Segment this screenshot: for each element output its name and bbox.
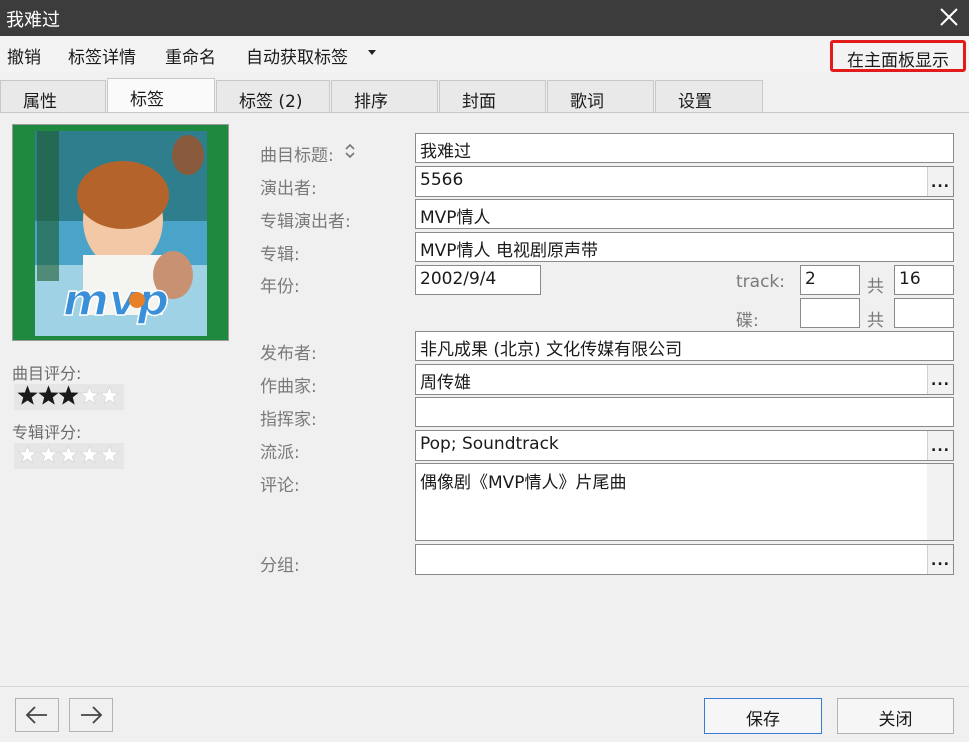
tab-tags[interactable]: 标签: [107, 78, 215, 114]
svg-text:mvp: mvp: [63, 275, 169, 326]
menu-bar: 撤销 标签详情 重命名 自动获取标签 在主面板显示: [0, 36, 969, 72]
track-title-field[interactable]: 我难过: [415, 133, 954, 163]
artist-value: 5566: [420, 170, 464, 190]
track-rating-label: 曲目评分:: [12, 364, 82, 383]
tab-lyrics[interactable]: 歌词: [547, 80, 654, 113]
publisher-label: 发布者:: [260, 344, 317, 364]
album-rating-star-icon-1[interactable]: [17, 444, 38, 465]
close-button[interactable]: 关闭: [837, 698, 954, 734]
comment-label: 评论:: [260, 476, 300, 496]
title-bar: 我难过: [0, 0, 969, 36]
save-button[interactable]: 保存: [704, 698, 822, 734]
composer-label: 作曲家:: [260, 377, 317, 397]
track-rating-star-icon-2[interactable]: [37, 385, 59, 406]
comment-field[interactable]: 偶像剧《MVP情人》片尾曲: [415, 463, 954, 541]
comment-value: 偶像剧《MVP情人》片尾曲: [420, 473, 627, 493]
album-label: 专辑:: [260, 245, 300, 265]
next-button[interactable]: [69, 698, 113, 732]
previous-button[interactable]: [15, 698, 59, 732]
track-number-field[interactable]: 2: [800, 265, 860, 295]
artist-browse-button[interactable]: ...: [927, 167, 953, 196]
album-rating-star-icon-2[interactable]: [37, 444, 59, 465]
track-rating-star-icon-1[interactable]: [17, 385, 38, 406]
composer-field[interactable]: 周传雄 ...: [415, 364, 954, 395]
track-rating-star-icon-3[interactable]: [58, 385, 79, 406]
tab-tags-2[interactable]: 标签 (2): [216, 80, 330, 113]
album-rating-label: 专辑评分:: [12, 423, 82, 442]
track-rating-stars[interactable]: [14, 384, 124, 410]
artist-label: 演出者:: [260, 179, 317, 199]
album-cover-art: mvp: [13, 125, 228, 340]
disc-number-field[interactable]: [800, 298, 860, 328]
window-title: 我难过: [6, 10, 60, 31]
grouping-browse-button[interactable]: ...: [927, 545, 953, 574]
track-rating-star-icon-5[interactable]: [99, 385, 120, 406]
conductor-field[interactable]: [415, 397, 954, 427]
comment-scrollbar[interactable]: [927, 464, 953, 540]
track-rating-star-icon-4[interactable]: [78, 385, 100, 406]
arrow-right-icon: [81, 706, 103, 724]
album-rating-star-icon-4[interactable]: [78, 444, 100, 465]
disc-total-label: 共: [867, 311, 884, 331]
composer-value: 周传雄: [420, 373, 471, 393]
tab-settings[interactable]: 设置: [655, 80, 763, 113]
year-label: 年份:: [260, 277, 300, 297]
tab-cover[interactable]: 封面: [439, 80, 546, 113]
track-total-field[interactable]: 16: [894, 265, 954, 295]
album-field[interactable]: MVP情人 电视剧原声带: [415, 232, 954, 262]
chevron-down-icon[interactable]: [368, 50, 376, 55]
rename-menu[interactable]: 重命名: [165, 43, 216, 68]
grouping-field[interactable]: ...: [415, 544, 954, 575]
album-rating-star-icon-5[interactable]: [99, 444, 120, 465]
auto-fetch-tags-menu[interactable]: 自动获取标签: [246, 43, 348, 68]
publisher-field[interactable]: 非凡成果 (北京) 文化传媒有限公司: [415, 331, 954, 361]
tag-details-menu[interactable]: 标签详情: [68, 43, 136, 68]
arrow-left-icon: [25, 706, 47, 724]
disc-number-label: 碟:: [736, 311, 759, 331]
album-cover[interactable]: mvp: [12, 124, 229, 341]
composer-browse-button[interactable]: ...: [927, 365, 953, 394]
tab-properties[interactable]: 属性: [0, 80, 106, 113]
sort-toggle-icon[interactable]: [345, 144, 355, 158]
track-title-label: 曲目标题:: [260, 146, 334, 166]
album-rating-star-icon-3[interactable]: [58, 444, 79, 465]
show-in-main-panel-button[interactable]: 在主面板显示: [830, 40, 966, 72]
conductor-label: 指挥家:: [260, 410, 317, 430]
genre-field[interactable]: Pop; Soundtrack ...: [415, 430, 954, 461]
bottom-bar: [0, 686, 969, 742]
tab-bar: 属性 标签 标签 (2) 排序 封面 歌词 设置: [0, 78, 969, 114]
tab-sort[interactable]: 排序: [331, 80, 438, 113]
grouping-label: 分组:: [260, 556, 300, 576]
artist-field[interactable]: 5566 ...: [415, 166, 954, 197]
album-rating-stars[interactable]: [14, 443, 124, 469]
album-artist-field[interactable]: MVP情人: [415, 199, 954, 229]
track-number-label: track:: [736, 272, 785, 292]
track-total-label: 共: [867, 277, 884, 297]
genre-browse-button[interactable]: ...: [927, 431, 953, 460]
genre-value: Pop; Soundtrack: [420, 434, 559, 454]
year-field[interactable]: 2002/9/4: [415, 265, 541, 295]
undo-menu[interactable]: 撤销: [7, 43, 41, 68]
disc-total-field[interactable]: [894, 298, 954, 328]
genre-label: 流派:: [260, 443, 300, 463]
album-artist-label: 专辑演出者:: [260, 212, 351, 232]
close-icon[interactable]: [937, 3, 961, 31]
